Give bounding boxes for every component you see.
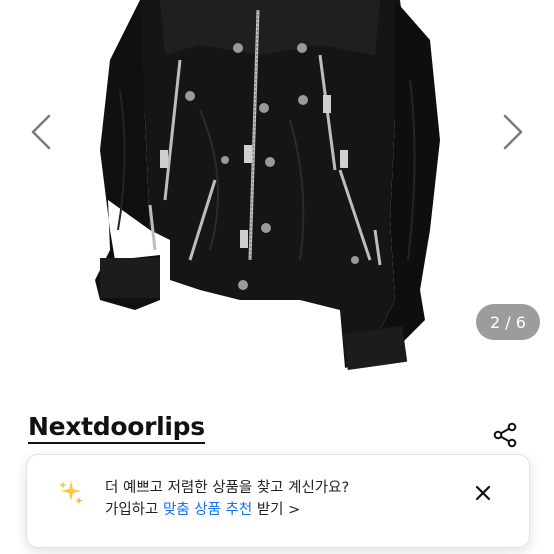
shop-name-link[interactable]: Nextdoorlips [28,412,205,444]
share-icon [493,422,517,448]
promo-cta-suffix: 받기 > [252,502,301,518]
signup-promo-banner[interactable]: 더 예쁘고 저렴한 상품을 찾고 계신가요? 가입하고 맞춤 상품 추천 받기 … [26,454,530,548]
chevron-right-icon [503,114,523,150]
product-image-gallery[interactable]: 2 / 6 [0,0,554,370]
share-button[interactable] [488,418,522,452]
previous-image-button[interactable] [18,110,62,154]
promo-cta-prefix: 가입하고 [105,502,163,518]
close-icon [475,485,491,501]
chevron-left-icon [31,114,51,150]
product-photo [95,0,440,370]
promo-headline: 더 예쁘고 저렴한 상품을 찾고 계신가요? [105,480,350,496]
promo-cta-highlight: 맞춤 상품 추천 [162,502,253,518]
next-image-button[interactable] [492,110,536,154]
image-counter-badge: 2 / 6 [476,304,540,340]
promo-close-button[interactable] [471,481,495,505]
sparkle-icon [59,481,83,504]
promo-cta[interactable]: 가입하고 맞춤 상품 추천 받기 > [105,498,300,519]
shop-row: Nextdoorlips [0,400,554,460]
